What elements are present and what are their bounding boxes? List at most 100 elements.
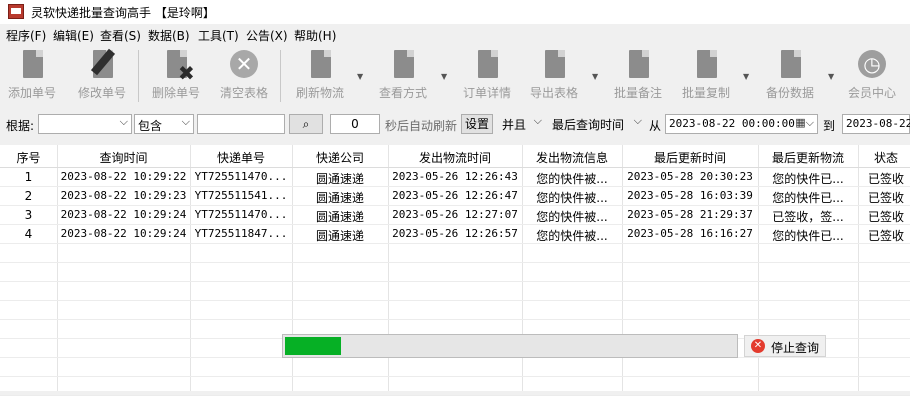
backup-icon (781, 50, 801, 78)
table-cell: 2023-05-26 12:26:43 (392, 170, 518, 183)
chevron-down-icon: ⌵ (533, 114, 542, 127)
menu-view[interactable]: 查看(S) (100, 27, 141, 44)
view-mode-dropdown-icon[interactable]: ▼ (441, 72, 447, 81)
field-select[interactable]: ⌵ (38, 114, 132, 134)
title-bar: 灵软快递批量查询高手 【是玲啊】 (0, 0, 910, 24)
column-header[interactable]: 查询时间 (57, 149, 190, 166)
delete-icon: ✖ (178, 61, 195, 85)
batch-copy-dropdown-icon[interactable]: ▼ (743, 72, 749, 81)
table-cell: 已签收，签... (772, 210, 844, 224)
menu-notice[interactable]: 公告(X) (246, 27, 288, 44)
batch-copy-button[interactable]: 批量复制 (680, 46, 732, 100)
chevron-down-icon: ⌵ (633, 114, 642, 127)
table-cell: 2023-08-22 10:29:23 (60, 189, 187, 202)
table-cell: 2023-05-26 12:26:47 (392, 189, 518, 202)
table-cell: YT725511470... (194, 170, 288, 183)
search-input[interactable] (197, 114, 285, 134)
column-header[interactable]: 最后更新物流 (758, 149, 858, 166)
refresh-icon (311, 50, 331, 78)
table-cell: 您的快件已... (772, 229, 844, 243)
backup-button[interactable]: 备份数据 (764, 46, 816, 100)
chevron-down-icon: ⌵ (119, 115, 128, 128)
clear-icon: ✕ (230, 50, 258, 78)
table-cell: 2023-08-22 10:29:24 (60, 227, 187, 240)
refresh-dropdown-icon[interactable]: ▼ (357, 72, 363, 81)
toolbar-separator (138, 50, 139, 102)
table-cell: 已签收 (867, 191, 904, 205)
stop-query-button[interactable]: ✕ 停止查询 (744, 335, 826, 357)
clear-button[interactable]: ✕ 清空表格 (218, 46, 270, 100)
by-label: 根据: (6, 119, 35, 133)
and-select[interactable]: 并且 ⌵ (499, 114, 545, 134)
table-cell: 圆通速递 (315, 210, 364, 224)
export-button[interactable]: 导出表格 (528, 46, 580, 100)
table-cell: 圆通速递 (315, 229, 364, 243)
add-button[interactable]: 添加单号 (6, 46, 58, 100)
view-mode-button[interactable]: 查看方式 (377, 46, 429, 100)
view-icon (394, 50, 414, 78)
table-cell: 3 (24, 208, 33, 222)
set-button[interactable]: 设置 (461, 114, 493, 134)
table-cell: 2023-08-22 10:29:24 (60, 208, 187, 221)
table-cell: 已签收 (867, 210, 904, 224)
toolbar-separator (280, 50, 281, 102)
table-cell: YT725511541... (194, 189, 288, 202)
table-cell: 圆通速递 (315, 172, 364, 186)
query-progress-bar (282, 334, 738, 358)
column-header[interactable]: 序号 (0, 149, 57, 166)
copy-icon (697, 50, 717, 78)
menu-tools[interactable]: 工具(T) (198, 27, 239, 44)
column-header[interactable]: 快递单号 (190, 149, 292, 166)
table-cell: 2023-05-28 21:29:37 (627, 208, 753, 221)
backup-dropdown-icon[interactable]: ▼ (828, 72, 834, 81)
member-center-button[interactable]: ◷ 会员中心 (846, 46, 898, 100)
clock-icon: ◷ (858, 50, 886, 78)
table-cell: 2 (24, 189, 33, 203)
order-detail-button[interactable]: 订单详情 (461, 46, 513, 100)
column-header[interactable]: 发出物流信息 (522, 149, 622, 166)
document-icon (23, 50, 43, 78)
filter-bar: 根据: ⌵ 包含 ⌵ ⌕ 0 秒后自动刷新 设置 并且 ⌵ 最后查询时间 ⌵ 从 20… (0, 111, 910, 137)
table-cell: 2023-05-26 12:27:07 (392, 208, 518, 221)
table-cell: 2023-08-22 10:29:22 (60, 170, 187, 183)
table-cell: 2023-05-28 20:30:23 (627, 170, 753, 183)
column-header[interactable]: 发出物流时间 (388, 149, 522, 166)
match-select[interactable]: 包含 ⌵ (134, 114, 194, 134)
menu-edit[interactable]: 编辑(E) (53, 27, 94, 44)
table-cell: 您的快件已... (772, 191, 844, 205)
seconds-input[interactable]: 0 (330, 114, 380, 134)
note-icon (629, 50, 649, 78)
table-cell: 1 (24, 170, 33, 184)
stop-icon: ✕ (751, 339, 765, 353)
table-cell: 2023-05-28 16:16:27 (627, 227, 753, 240)
export-icon (545, 50, 565, 78)
menu-help[interactable]: 帮助(H) (294, 27, 336, 44)
table-cell: YT725511847... (194, 227, 288, 240)
table-cell: 圆通速递 (315, 191, 364, 205)
column-header[interactable]: 快递公司 (292, 149, 388, 166)
window-title: 灵软快递批量查询高手 【是玲啊】 (31, 6, 215, 20)
table-cell: 已签收 (867, 229, 904, 243)
table-cell: 您的快件被... (536, 210, 608, 224)
delete-button[interactable]: ✖ 删除单号 (150, 46, 202, 100)
calendar-icon[interactable]: ▦⌵ (795, 116, 814, 130)
detail-icon (478, 50, 498, 78)
batch-note-button[interactable]: 批量备注 (612, 46, 664, 100)
time-field-select[interactable]: 最后查询时间 ⌵ (549, 114, 645, 134)
chevron-down-icon: ⌵ (181, 115, 190, 128)
refresh-button[interactable]: 刷新物流 (294, 46, 346, 100)
edit-button[interactable]: 修改单号 (76, 46, 128, 100)
from-date-picker[interactable]: 2023-08-22 00:00:00 ▦⌵ (665, 114, 818, 134)
table-cell: 2023-05-28 16:03:39 (627, 189, 753, 202)
menu-program[interactable]: 程序(F) (6, 27, 46, 44)
search-button[interactable]: ⌕ (289, 114, 323, 134)
toolbar: 添加单号 修改单号 ✖ 删除单号 ✕ 清空表格 刷新物流 ▼ 查看方式 ▼ 订单… (0, 46, 910, 108)
export-dropdown-icon[interactable]: ▼ (592, 72, 598, 81)
menu-data[interactable]: 数据(B) (148, 27, 190, 44)
table-header: 序号 查询时间 快递单号 快递公司 发出物流时间 发出物流信息 最后更新时间 最… (0, 145, 910, 168)
column-header[interactable]: 状态 (858, 149, 910, 166)
auto-refresh-label: 秒后自动刷新 (385, 119, 458, 133)
column-header[interactable]: 最后更新时间 (622, 149, 758, 166)
to-date-picker[interactable]: 2023-08-22 (842, 114, 910, 134)
table-cell: 您的快件被... (536, 191, 608, 205)
